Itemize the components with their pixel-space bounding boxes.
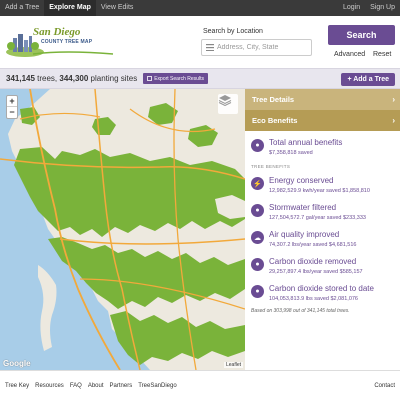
eco-benefits-title: Eco Benefits (252, 116, 298, 125)
list-icon (206, 44, 214, 51)
benefit-stormwater: ● Stormwater filtered 127,504,572.7 gal/… (245, 198, 400, 225)
nav-add-tree[interactable]: Add a Tree (0, 0, 44, 16)
zoom-out-button[interactable]: − (7, 107, 17, 118)
benefit-value: 29,257,897.4 lbs/year saved $585,157 (269, 269, 363, 275)
benefit-label: Energy conserved (269, 176, 334, 185)
benefit-energy: ⚡ Energy conserved 12,982,529.9 kwh/year… (245, 171, 400, 198)
footer-link-contact[interactable]: Contact (374, 383, 395, 389)
sites-suffix: planting sites (88, 74, 138, 83)
benefits-footnote: Based on 303,998 out of 341,145 total tr… (251, 308, 350, 314)
nav-view-edits[interactable]: View Edits (96, 0, 139, 16)
logo-subtitle: COUNTY TREE MAP (41, 39, 93, 45)
zoom-in-button[interactable]: + (7, 96, 17, 107)
money-icon: ● (251, 139, 264, 152)
google-logo: Google (3, 359, 31, 368)
add-tree-button[interactable]: + Add a Tree (341, 73, 395, 86)
chevron-right-icon: › (392, 116, 395, 125)
benefit-air-quality: ☁ Air quality improved 74,307.2 lbs/year… (245, 225, 400, 252)
footer-link-tree-key[interactable]: Tree Key (5, 383, 29, 389)
footer-link-about[interactable]: About (88, 383, 104, 389)
search-button[interactable]: Search (328, 25, 395, 45)
layers-icon (218, 95, 232, 106)
total-benefits-value: $7,358,818 saved (269, 150, 313, 156)
benefit-label: Air quality improved (269, 230, 340, 239)
benefit-label: Stormwater filtered (269, 203, 337, 212)
co2-icon: ● (251, 258, 264, 271)
sites-number: 344,300 (59, 74, 89, 83)
total-benefits-label: Total annual benefits (269, 138, 343, 147)
export-search-results-button[interactable]: Export Search Results (143, 73, 208, 84)
trees-suffix: trees, (34, 74, 60, 83)
nav-explore-map[interactable]: Explore Map (44, 0, 96, 16)
zoom-control: + − (6, 95, 18, 119)
top-nav: Add a Tree Explore Map View Edits Login … (0, 0, 400, 16)
map-canvas[interactable] (0, 89, 245, 370)
nav-login[interactable]: Login (338, 0, 365, 16)
total-benefits: ● Total annual benefits $7,358,818 saved (245, 131, 400, 160)
footer-link-partners[interactable]: Partners (110, 383, 133, 389)
benefit-value: 74,307.2 lbs/year saved $4,681,516 (269, 242, 357, 248)
logo-title: San Diego (33, 26, 81, 38)
stats-bar: 341,145 trees, 344,300 planting sites Ex… (0, 68, 400, 89)
footer-link-resources[interactable]: Resources (35, 383, 64, 389)
footer: Tree Key Resources FAQ About Partners Tr… (0, 370, 400, 400)
search-label: Search by Location (203, 28, 263, 35)
benefit-label: Carbon dioxide stored to date (269, 284, 374, 293)
tree-details-title: Tree Details (252, 95, 295, 104)
eco-benefits-header[interactable]: Eco Benefits › (245, 110, 400, 131)
nav-sign-up[interactable]: Sign Up (365, 0, 400, 16)
benefit-value: 12,982,529.9 kwh/year saved $1,858,810 (269, 188, 370, 194)
benefits-sidebar: Tree Details › Eco Benefits › ● Total an… (245, 89, 400, 370)
benefit-co2-removed: ● Carbon dioxide removed 29,257,897.4 lb… (245, 252, 400, 279)
trees-number: 341,145 (6, 74, 35, 83)
export-label: Export Search Results (154, 75, 204, 82)
search-field[interactable] (201, 39, 312, 56)
export-icon (147, 76, 153, 81)
site-logo[interactable]: San Diego COUNTY TREE MAP (5, 24, 115, 60)
tree-benefits-title: TREE BENEFITS (251, 164, 291, 169)
footer-link-treesandiego[interactable]: TreeSanDiego (138, 383, 176, 389)
lightning-icon: ⚡ (251, 177, 264, 190)
benefit-value: 127,504,572.7 gal/year saved $233,333 (269, 215, 366, 221)
header: San Diego COUNTY TREE MAP Search by Loca… (0, 16, 400, 68)
benefit-co2-stored: ● Carbon dioxide stored to date 104,053,… (245, 279, 400, 306)
water-drop-icon: ● (251, 204, 264, 217)
benefit-value: 104,053,813.9 lbs saved $2,081,076 (269, 296, 358, 302)
cloud-icon: ☁ (251, 231, 264, 244)
map-attribution[interactable]: Leaflet (223, 362, 243, 368)
layers-button[interactable] (218, 94, 238, 114)
tree-details-header[interactable]: Tree Details › (245, 89, 400, 110)
benefit-label: Carbon dioxide removed (269, 257, 357, 266)
search-input[interactable] (217, 44, 309, 51)
co2-stored-icon: ● (251, 285, 264, 298)
advanced-search-link[interactable]: Advanced (334, 51, 365, 58)
chevron-right-icon: › (392, 95, 395, 104)
tree-count: 341,145 trees, 344,300 planting sites (6, 74, 137, 83)
footer-link-faq[interactable]: FAQ (70, 383, 82, 389)
map-view[interactable]: + − Google Leaflet (0, 89, 245, 370)
reset-link[interactable]: Reset (373, 51, 391, 58)
